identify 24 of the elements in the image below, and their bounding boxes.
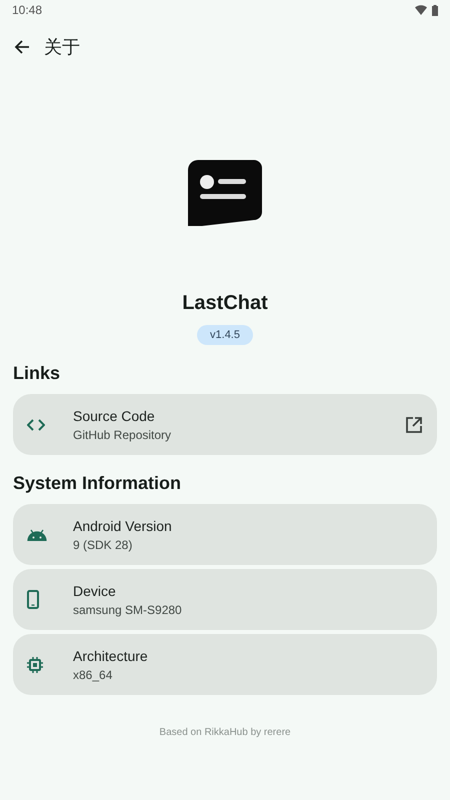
code-icon [27,418,45,430]
battery-icon [432,4,438,16]
link-card[interactable]: Source Code GitHub Repository [13,394,437,455]
page-title: 关于 [44,36,80,59]
external-link-icon [406,416,422,432]
item-title: Android Version [73,518,173,534]
android-icon [27,528,47,540]
item-subtitle: x86_64 [73,668,114,682]
item-title: Source Code [73,408,156,424]
version-badge: v1.4.5 [197,325,253,345]
item-subtitle: samsung SM-S9280 [73,602,183,616]
phone-icon [27,590,39,609]
arrow-left-icon [14,39,30,55]
item-subtitle: GitHub Repository [73,428,172,442]
status-time: 10:48 [12,3,42,17]
wifi-icon [415,5,427,15]
item-subtitle: 9 (SDK 28) [73,538,134,552]
chip-icon [27,656,43,672]
item-title: Device [73,582,117,598]
section-title: Links [13,363,62,384]
footer-text: Based on RikkaHub by rerere [158,727,292,738]
item-title: Architecture [73,648,149,664]
section-title: System Information [13,473,182,494]
app-name: LastChat [182,292,268,315]
